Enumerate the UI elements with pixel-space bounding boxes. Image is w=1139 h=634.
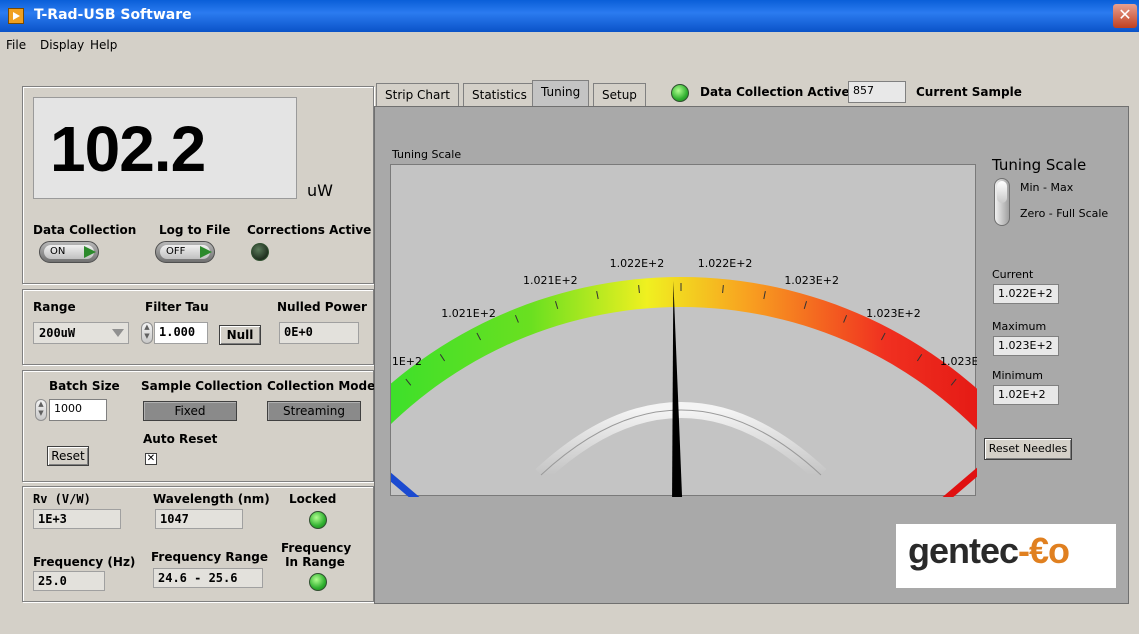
chevron-down-icon <box>112 329 124 337</box>
current-value: 1.022E+2 <box>993 284 1059 304</box>
tab-tuning[interactable]: Tuning <box>532 80 590 108</box>
logo-text: gentec-€o <box>908 530 1070 571</box>
frequency-in-range-label: Frequency In Range <box>281 541 352 569</box>
gauge-scale-label: 1.021E+2 <box>391 355 422 368</box>
data-collection-active-label: Data Collection Active <box>700 85 850 99</box>
range-value: 200uW <box>39 326 76 340</box>
nulled-power-label: Nulled Power <box>277 300 367 314</box>
tab-setup[interactable]: Setup <box>593 83 646 107</box>
batch-size-stepper[interactable]: ▲ ▼ <box>35 399 47 421</box>
toggle-arrow-icon <box>200 246 212 258</box>
log-to-file-state: OFF <box>166 246 186 257</box>
data-collection-toggle[interactable]: ON <box>39 241 99 263</box>
menu-display[interactable]: Display <box>40 38 84 52</box>
tab-statistics[interactable]: Statistics <box>463 83 536 107</box>
reading-display: 102.2 <box>33 97 297 199</box>
filter-tau-stepper[interactable]: ▲ ▼ <box>141 322 153 344</box>
menu-help[interactable]: Help <box>90 38 117 52</box>
frequency-range-value: 24.6 - 25.6 <box>153 568 263 588</box>
reading-panel: 102.2 uW Data Collection ON Log to File … <box>22 86 374 284</box>
frequency-in-range-led <box>309 573 327 591</box>
data-collection-active-led <box>671 84 689 102</box>
gauge-scale-label: 1.021E+2 <box>523 274 578 287</box>
maximum-label: Maximum <box>992 320 1047 333</box>
corrections-active-led <box>251 243 269 261</box>
tuning-scale-option-2: Zero - Full Scale <box>1020 207 1109 220</box>
tuning-color-arc <box>340 277 1022 454</box>
auto-reset-checkbox[interactable]: ✕ <box>145 453 157 465</box>
collection-mode-label: Collection Mode <box>267 379 376 393</box>
switch-lever-icon <box>997 181 1007 203</box>
null-button[interactable]: Null <box>219 325 261 345</box>
minimum-value: 1.02E+2 <box>993 385 1059 405</box>
maximum-value: 1.023E+2 <box>993 336 1059 356</box>
title-bar: T-Rad-USB Software ✕ <box>0 0 1139 32</box>
gauge-scale-label: 1.023E+2 <box>784 274 839 287</box>
auto-reset-label: Auto Reset <box>143 432 218 446</box>
tuning-scale-switch-title: Tuning Scale <box>992 156 1087 174</box>
toggle-arrow-icon <box>84 246 96 258</box>
range-panel: Range 200uW Filter Tau ▲ ▼ 1.000 Null Nul… <box>22 289 374 365</box>
gauge-scale-label: 1.022E+2 <box>698 257 753 270</box>
rv-value: 1E+3 <box>33 509 121 529</box>
range-select[interactable]: 200uW <box>33 322 129 344</box>
frequency-label: Frequency (Hz) <box>33 555 136 569</box>
tuning-scale-option-1: Min - Max <box>1020 181 1074 194</box>
max-needle <box>905 452 1000 535</box>
frequency-value: 25.0 <box>33 571 105 591</box>
menu-bar: File Display Help <box>0 34 1139 56</box>
data-collection-label: Data Collection <box>33 223 137 237</box>
data-collection-state: ON <box>50 246 66 257</box>
wavelength-value: 1047 <box>155 509 243 529</box>
frequency-range-label: Frequency Range <box>151 550 269 564</box>
locked-led <box>309 511 327 529</box>
tuning-gauge: E+21.021E+21.021E+21.021E+21.022E+21.022… <box>320 257 1041 535</box>
filter-tau-input[interactable]: 1.000 <box>154 322 208 344</box>
detector-panel: Rv (V/W) 1E+3 Wavelength (nm) 1047 Locke… <box>22 486 374 602</box>
gentec-logo: gentec-€o <box>896 524 1116 588</box>
gauge-scale-label: 1.023E+2 <box>866 307 921 320</box>
gauge-scale-label: 1.023E+2 <box>940 355 977 368</box>
rv-label: Rv (V/W) <box>33 492 91 506</box>
log-to-file-label: Log to File <box>159 223 231 237</box>
tab-strip-chart[interactable]: Strip Chart <box>376 83 459 107</box>
filter-tau-label: Filter Tau <box>145 300 209 314</box>
gauge-scale-label: 1.021E+2 <box>441 307 496 320</box>
current-sample-value: 857 <box>848 81 906 103</box>
reset-button[interactable]: Reset <box>47 446 89 466</box>
minimum-label: Minimum <box>992 369 1043 382</box>
nulled-power-value: 0E+0 <box>279 322 359 344</box>
corrections-active-label: Corrections Active <box>247 223 372 237</box>
needle-pivot-dome <box>535 402 827 481</box>
locked-label: Locked <box>289 492 337 506</box>
current-label: Current <box>992 268 1034 281</box>
range-label: Range <box>33 300 76 314</box>
min-needle <box>362 452 457 535</box>
batch-panel: Batch Size ▲ ▼ 1000 Sample Collection Fix… <box>22 370 376 482</box>
window-title: T-Rad-USB Software <box>34 7 192 23</box>
close-button[interactable]: ✕ <box>1113 4 1137 28</box>
gauge-scale-label: 1.022E+2 <box>610 257 665 270</box>
collection-mode-button[interactable]: Streaming <box>267 401 361 421</box>
sample-collection-button[interactable]: Fixed <box>143 401 237 421</box>
batch-size-label: Batch Size <box>49 379 120 393</box>
reset-needles-button[interactable]: Reset Needles <box>984 438 1072 460</box>
current-needle <box>672 281 683 498</box>
wavelength-label: Wavelength (nm) <box>153 492 270 506</box>
app-icon <box>8 8 24 24</box>
log-to-file-toggle[interactable]: OFF <box>155 241 215 263</box>
reading-unit: uW <box>307 181 333 200</box>
tuning-scale-switch[interactable] <box>994 178 1010 226</box>
sample-collection-label: Sample Collection <box>141 379 263 393</box>
batch-size-input[interactable]: 1000 <box>49 399 107 421</box>
reading-value: 102.2 <box>50 113 206 185</box>
tuning-meter: E+21.021E+21.021E+21.021E+21.022E+21.022… <box>320 164 1041 535</box>
tuning-scale-frame-label: Tuning Scale <box>392 148 462 161</box>
current-sample-label: Current Sample <box>916 85 1022 99</box>
menu-file[interactable]: File <box>6 38 26 52</box>
